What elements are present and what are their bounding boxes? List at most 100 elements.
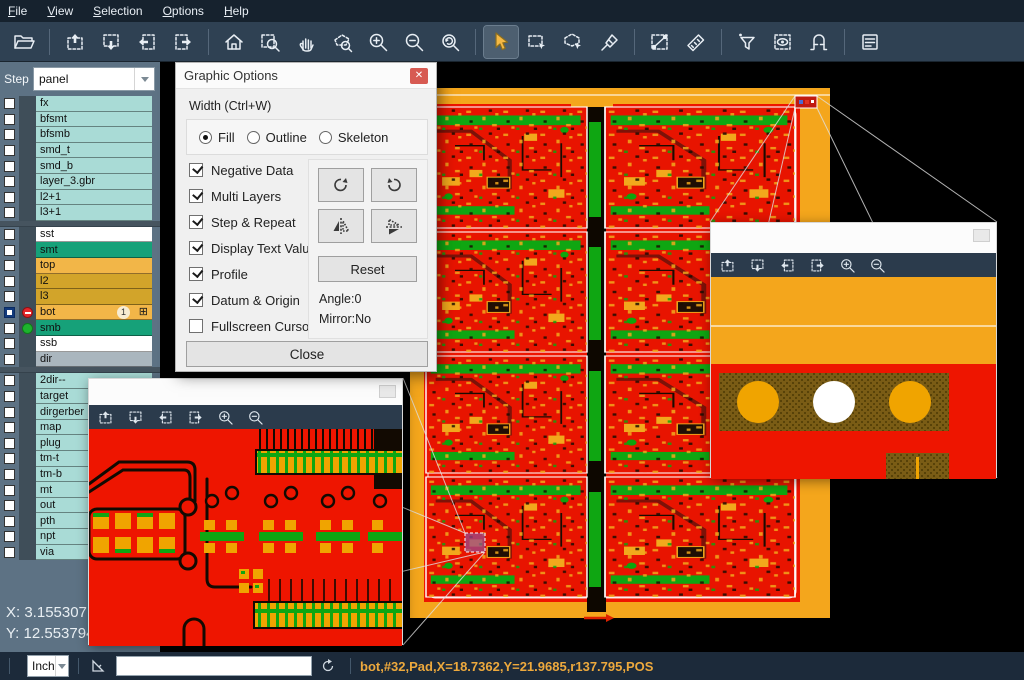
rotate-cw-button[interactable] [318, 168, 364, 202]
move-down-icon[interactable] [125, 407, 145, 427]
layer-checkbox[interactable] [4, 354, 15, 365]
grid-icon[interactable]: ⊞ [139, 305, 148, 320]
layer-row-bfsmb[interactable]: bfsmb [0, 127, 160, 143]
layer-label[interactable]: l2 [36, 274, 152, 290]
layer-row-ssb[interactable]: ssb [0, 336, 160, 352]
layer-checkbox[interactable] [4, 469, 15, 480]
layer-checkbox[interactable] [4, 291, 15, 302]
radio-skeleton[interactable]: Skeleton [319, 130, 389, 145]
layer-checkbox[interactable] [4, 516, 15, 527]
magnifier-right-view[interactable] [711, 277, 996, 479]
layer-row-fx[interactable]: fx [0, 96, 160, 112]
layer-row-l3+1[interactable]: l3+1 [0, 205, 160, 221]
radio-fill[interactable]: Fill [199, 130, 235, 145]
layer-label[interactable]: l3+1 [36, 205, 152, 221]
layer-label[interactable]: smt [36, 242, 152, 258]
layer-checkbox[interactable] [4, 161, 15, 172]
radio-dot[interactable] [199, 131, 212, 144]
radio-dot[interactable] [247, 131, 260, 144]
layer-label[interactable]: fx [36, 96, 152, 112]
layer-label[interactable]: top [36, 258, 152, 274]
layer-row-bfsmt[interactable]: bfsmt [0, 112, 160, 128]
home-icon[interactable] [217, 26, 251, 58]
magnifier-left-view[interactable] [89, 429, 402, 646]
layer-row-top[interactable]: top [0, 258, 160, 274]
layer-label[interactable]: dir [36, 352, 152, 368]
move-up-icon[interactable] [95, 407, 115, 427]
radio-outline[interactable]: Outline [247, 130, 307, 145]
magnifier-window-left[interactable] [88, 378, 403, 645]
layer-checkbox[interactable] [4, 192, 15, 203]
view-options-icon[interactable] [766, 26, 800, 58]
checkbox-box[interactable] [189, 215, 203, 229]
magnifier-right-title-bar[interactable] [711, 223, 996, 253]
window-menu-button[interactable] [379, 385, 396, 398]
checkbox-display-text-value[interactable]: Display Text Value [189, 235, 317, 261]
layer-checkbox[interactable] [4, 207, 15, 218]
rotate-ccw-button[interactable] [371, 168, 417, 202]
zoom-out-icon[interactable] [245, 407, 265, 427]
menu-file[interactable]: File [8, 4, 27, 18]
layer-checkbox[interactable] [4, 114, 15, 125]
move-left-icon[interactable] [155, 407, 175, 427]
zoom-window-icon[interactable] [253, 26, 287, 58]
layer-label[interactable]: bot1⊞ [36, 305, 152, 321]
unit-select[interactable]: Inch [27, 655, 69, 677]
layer-label[interactable]: l3 [36, 289, 152, 305]
zoom-previous-icon[interactable] [433, 26, 467, 58]
layer-checkbox[interactable] [4, 323, 15, 334]
select-polygon-icon[interactable] [556, 26, 590, 58]
layer-checkbox[interactable] [4, 338, 15, 349]
move-left-icon[interactable] [777, 255, 797, 275]
pan-hand-icon[interactable] [289, 26, 323, 58]
measure-ruler-icon[interactable] [679, 26, 713, 58]
layer-row-smt[interactable]: smt [0, 242, 160, 258]
open-folder-icon[interactable] [7, 26, 41, 58]
reset-button[interactable]: Reset [318, 256, 417, 282]
layer-label[interactable]: layer_3.gbr [36, 174, 152, 190]
checkbox-multi-layers[interactable]: Multi Layers [189, 183, 317, 209]
layer-row-l3[interactable]: l3 [0, 289, 160, 305]
dialog-title-bar[interactable]: Graphic Options ✕ [176, 63, 436, 89]
layer-checkbox[interactable] [4, 500, 15, 511]
zoom-in-icon[interactable] [837, 255, 857, 275]
checkbox-datum-origin[interactable]: Datum & Origin [189, 287, 317, 313]
layer-label[interactable]: bfsmb [36, 127, 152, 143]
command-input[interactable] [116, 656, 312, 676]
close-icon[interactable]: ✕ [410, 68, 428, 84]
step-select[interactable]: panel [33, 67, 155, 91]
refresh-icon[interactable] [318, 658, 338, 674]
checkbox-box[interactable] [189, 241, 203, 255]
layer-row-smb[interactable]: smb [0, 320, 160, 336]
layer-row-smd_b[interactable]: smd_b [0, 158, 160, 174]
checkbox-box[interactable] [189, 267, 203, 281]
zoom-out-icon[interactable] [397, 26, 431, 58]
select-pointer-icon[interactable] [484, 26, 518, 58]
layer-checkbox[interactable] [4, 375, 15, 386]
move-right-icon[interactable] [807, 255, 827, 275]
move-down-icon[interactable] [94, 26, 128, 58]
layer-checkbox[interactable] [4, 145, 15, 156]
magnifier-left-title-bar[interactable] [89, 379, 402, 405]
filter-icon[interactable] [730, 26, 764, 58]
checkbox-fullscreen-cursor[interactable]: Fullscreen Cursor [189, 313, 317, 339]
angle-tool-icon[interactable] [88, 658, 108, 674]
layer-checkbox[interactable] [4, 407, 15, 418]
layer-checkbox[interactable] [4, 531, 15, 542]
select-rect-icon[interactable] [520, 26, 554, 58]
layer-checkbox[interactable] [4, 485, 15, 496]
checkbox-profile[interactable]: Profile [189, 261, 317, 287]
checkbox-box[interactable] [189, 163, 203, 177]
layer-checkbox[interactable] [4, 229, 15, 240]
zoom-in-icon[interactable] [361, 26, 395, 58]
mirror-horizontal-button[interactable] [371, 209, 417, 243]
zoom-in-icon[interactable] [215, 407, 235, 427]
checkbox-box[interactable] [189, 319, 203, 333]
menu-view[interactable]: View [47, 4, 73, 18]
menu-help[interactable]: Help [224, 4, 249, 18]
layer-label[interactable]: l2+1 [36, 190, 152, 206]
layer-label[interactable]: smd_b [36, 158, 152, 174]
layer-label[interactable]: ssb [36, 336, 152, 352]
layer-row-bot[interactable]: bot1⊞ [0, 305, 160, 321]
move-right-icon[interactable] [166, 26, 200, 58]
